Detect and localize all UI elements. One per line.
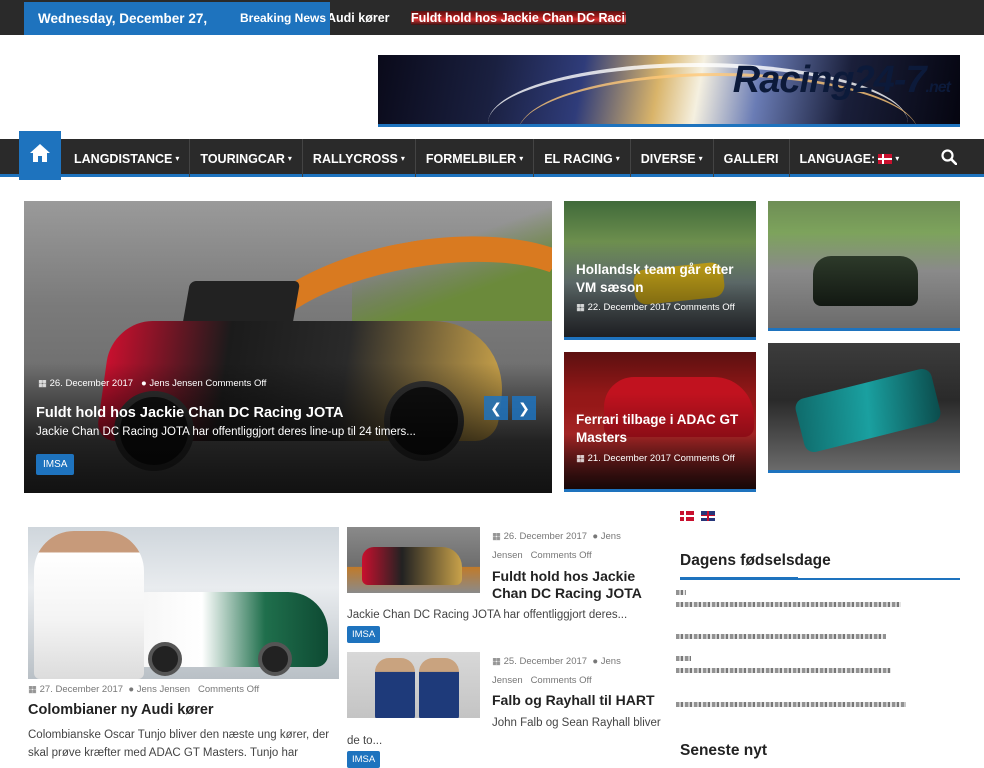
article-thumbnail[interactable] xyxy=(347,527,480,593)
slider-prev-button[interactable]: ❮ xyxy=(484,396,508,420)
calendar-icon: ▦ xyxy=(492,531,501,542)
birthday-entry xyxy=(676,602,901,607)
category-tag[interactable]: IMSA xyxy=(347,626,381,643)
chevron-down-icon: ▾ xyxy=(175,154,180,163)
nav-item-touringcar[interactable]: TOURINGCAR ▾ xyxy=(190,139,303,177)
site-logo[interactable]: Racing24-7.net xyxy=(378,55,960,127)
main-navigation: LANGDISTANCE ▾ TOURINGCAR ▾ RALLYCROSS ▾ FO… xyxy=(0,131,984,180)
user-icon: ● xyxy=(141,378,147,389)
hero-comments: Comments Off xyxy=(205,378,267,389)
birthday-entry xyxy=(676,634,886,639)
article-meta: ▦ 25. December 2017 ● Jens Jensen Commen… xyxy=(492,656,621,686)
english-flag-icon[interactable] xyxy=(701,511,715,521)
chevron-down-icon: ▾ xyxy=(287,154,292,163)
chevron-down-icon: ▾ xyxy=(400,154,405,163)
article-thumbnail[interactable] xyxy=(347,652,480,718)
logo-text: Racing24-7.net xyxy=(732,59,951,101)
featured-tile[interactable]: Hollandsk team går efter VM sæson ▦ 22. … xyxy=(564,201,756,340)
widget-divider xyxy=(680,577,960,580)
breaking-news-label: Breaking News xyxy=(226,2,330,35)
tile-title[interactable]: Hollandsk team går efter VM sæson xyxy=(576,261,748,297)
featured-tile-image[interactable] xyxy=(768,343,960,473)
chevron-down-icon: ▾ xyxy=(895,154,900,163)
article-excerpt: Colombianske Oscar Tunjo bliver den næst… xyxy=(28,729,330,759)
nav-item-galleri[interactable]: GALLERI xyxy=(714,139,790,177)
search-icon xyxy=(941,149,958,166)
slider-controls: ❮ ❯ xyxy=(484,396,536,420)
user-icon: ● xyxy=(128,684,135,695)
nav-item-diverse[interactable]: DIVERSE ▾ xyxy=(631,139,714,177)
ticker-item[interactable]: Audi kører xyxy=(330,11,390,25)
nav-item-language[interactable]: LANGUAGE: ▾ xyxy=(790,139,910,177)
widget-title-latest: Seneste nyt xyxy=(680,742,768,759)
featured-tile[interactable]: Ferrari tilbage i ADAC GT Masters ▦ 21. … xyxy=(564,352,756,492)
birthday-entry xyxy=(676,668,891,673)
widget-title-birthdays: Dagens fødselsdage xyxy=(680,552,831,569)
chevron-down-icon: ▾ xyxy=(615,154,620,163)
hero-category-tag[interactable]: IMSA xyxy=(36,454,75,475)
article-excerpt: John Falb og Sean Rayhall bliver xyxy=(492,717,661,729)
language-switcher xyxy=(680,511,715,521)
featured-tile-image[interactable] xyxy=(768,201,960,331)
danish-flag-icon[interactable] xyxy=(680,511,694,521)
search-button[interactable] xyxy=(941,149,958,170)
nav-item-langdistance[interactable]: LANGDISTANCE ▾ xyxy=(64,139,191,177)
tile-image xyxy=(793,366,943,455)
news-ticker[interactable]: Audi kører Fuldt hold hos Jackie Chan DC… xyxy=(330,0,626,35)
calendar-icon: ▦ xyxy=(38,378,47,389)
article-meta: ▦ 26. December 2017 ● Jens Jensen Commen… xyxy=(492,531,621,561)
ticker-item[interactable]: Fuldt hold hos Jackie Chan DC Racing JOT… xyxy=(411,11,626,25)
article-excerpt: Jackie Chan DC Racing JOTA har offentlig… xyxy=(347,609,628,621)
hero-excerpt: Jackie Chan DC Racing JOTA har offentlig… xyxy=(36,426,416,438)
user-icon: ● xyxy=(592,656,599,667)
home-button[interactable] xyxy=(19,131,61,180)
nav-menu: LANGDISTANCE ▾ TOURINGCAR ▾ RALLYCROSS ▾ FO… xyxy=(64,139,909,177)
top-bar: Wednesday, December 27, 2017 Breaking Ne… xyxy=(0,0,984,59)
calendar-icon: ▦ xyxy=(28,684,37,695)
article-meta: ▦ 27. December 2017 ● Jens Jensen Commen… xyxy=(28,684,260,695)
calendar-icon: ▦ xyxy=(492,656,501,667)
birthday-entry xyxy=(676,702,906,707)
article-title[interactable]: Colombianer ny Audi kører xyxy=(28,702,214,718)
nav-item-formelbiler[interactable]: FORMELBILER ▾ xyxy=(416,139,535,177)
nav-item-rallycross[interactable]: RALLYCROSS ▾ xyxy=(303,139,416,177)
tile-title[interactable]: Ferrari tilbage i ADAC GT Masters xyxy=(576,411,748,447)
category-tag[interactable]: IMSA xyxy=(347,751,381,768)
chevron-down-icon: ▾ xyxy=(698,154,703,163)
tile-meta: ▦ 22. December 2017 Comments Off xyxy=(576,302,735,313)
tile-meta: ▦ 21. December 2017 Comments Off xyxy=(576,453,735,464)
tile-image xyxy=(813,256,918,306)
article-title[interactable]: Fuldt hold hos Jackie Chan DC Racing JOT… xyxy=(492,568,657,602)
featured-slider[interactable]: ▦ 26. December 2017 ● Jens Jensen Commen… xyxy=(24,201,552,493)
birthday-entry xyxy=(676,590,686,595)
hero-author[interactable]: Jens Jensen xyxy=(149,378,202,389)
current-date: Wednesday, December 27, 2017 xyxy=(24,2,226,59)
article-excerpt-cont: de to... xyxy=(347,735,383,747)
article-title[interactable]: Falb og Rayhall til HART xyxy=(492,692,657,709)
chevron-down-icon: ▾ xyxy=(519,154,524,163)
danish-flag-icon xyxy=(878,154,893,164)
birthday-entry xyxy=(676,656,691,661)
hero-meta: ▦ 26. December 2017 ● Jens Jensen Commen… xyxy=(38,378,266,389)
hero-title[interactable]: Fuldt hold hos Jackie Chan DC Racing JOT… xyxy=(36,405,344,421)
nav-item-el-racing[interactable]: EL RACING ▾ xyxy=(534,139,631,177)
calendar-icon: ▦ xyxy=(576,453,585,464)
user-icon: ● xyxy=(592,531,599,542)
home-icon xyxy=(30,144,50,162)
slider-next-button[interactable]: ❯ xyxy=(512,396,536,420)
calendar-icon: ▦ xyxy=(576,302,585,313)
hero-date[interactable]: 26. December 2017 xyxy=(50,378,133,389)
article-image[interactable] xyxy=(28,527,339,679)
